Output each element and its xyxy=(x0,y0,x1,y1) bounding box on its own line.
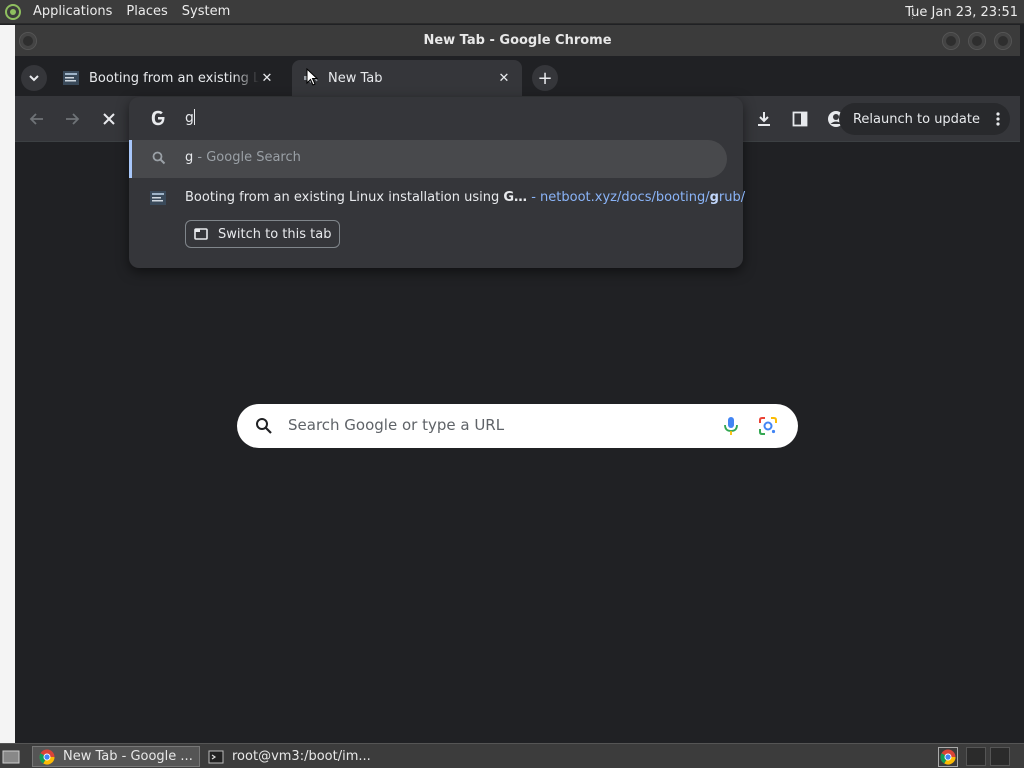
window-title: New Tab - Google Chrome xyxy=(423,33,612,48)
more-vert-icon xyxy=(996,112,1000,126)
chrome-icon xyxy=(39,749,55,765)
tab-switch-icon xyxy=(194,228,208,240)
maximize-button[interactable] xyxy=(968,32,986,50)
relaunch-label: Relaunch to update xyxy=(852,111,980,127)
taskbar-item-terminal[interactable]: root@vm3:/boot/im... xyxy=(202,746,377,767)
tab-strip: Booting from an existing Linux installat… xyxy=(15,56,1020,96)
tab-booting-grub[interactable]: Booting from an existing Linux installat… xyxy=(53,60,285,96)
close-tab-icon[interactable]: ✕ xyxy=(496,70,512,86)
clock[interactable]: Tue Jan 23, 23:51 xyxy=(905,0,1018,24)
plus-icon: + xyxy=(537,67,553,89)
omnibox-input[interactable]: g xyxy=(129,97,743,139)
suggestion-text: Booting from an existing Linux installat… xyxy=(185,190,746,205)
workspace-1[interactable] xyxy=(966,747,986,766)
google-g-icon xyxy=(151,110,165,126)
suggestion-text: g - Google Search xyxy=(185,150,301,165)
minimize-button[interactable] xyxy=(942,32,960,50)
back-button[interactable] xyxy=(25,107,49,131)
microphone-icon[interactable] xyxy=(723,416,739,436)
system-menu[interactable]: System xyxy=(175,0,237,24)
search-icon xyxy=(256,418,272,434)
search-icon xyxy=(152,151,166,165)
netboot-favicon-icon xyxy=(150,191,166,205)
tab-search-button[interactable] xyxy=(21,65,47,91)
distro-logo-icon[interactable] xyxy=(0,0,26,24)
taskbar-item-chrome[interactable]: New Tab - Google ... xyxy=(32,746,200,767)
stop-loading-button[interactable] xyxy=(97,107,121,131)
arrow-left-icon xyxy=(29,113,43,125)
window-menu-button[interactable] xyxy=(19,32,37,50)
taskbar-item-label: root@vm3:/boot/im... xyxy=(232,749,371,764)
top-panel: Applications Places System Tue Jan 23, 2… xyxy=(0,0,1024,24)
workspace-2[interactable] xyxy=(990,747,1010,766)
desktop-background xyxy=(0,25,15,743)
suggestion-google-search[interactable]: g - Google Search xyxy=(129,140,727,178)
new-tab-button[interactable]: + xyxy=(532,65,558,91)
download-icon xyxy=(758,112,770,126)
show-desktop-button[interactable] xyxy=(2,746,22,767)
desktop-icon xyxy=(2,750,20,763)
switch-to-tab-label: Switch to this tab xyxy=(218,226,332,242)
side-panel-icon xyxy=(792,111,808,127)
ntp-search-box[interactable]: Search Google or type a URL xyxy=(237,404,798,448)
window-titlebar[interactable]: New Tab - Google Chrome xyxy=(15,25,1020,56)
relaunch-to-update-button[interactable]: Relaunch to update xyxy=(838,103,1010,135)
tab-new-tab[interactable]: New Tab ✕ xyxy=(292,60,522,96)
chevron-down-icon xyxy=(29,75,39,82)
omnibox-query-text: g xyxy=(185,109,195,126)
applications-menu[interactable]: Applications xyxy=(26,0,119,24)
close-tab-icon[interactable]: ✕ xyxy=(259,70,275,86)
omnibox-popup: g g - Google Search Booting from an exis… xyxy=(129,97,746,268)
google-lens-icon[interactable] xyxy=(758,416,778,436)
arrow-right-icon xyxy=(66,113,80,125)
close-window-button[interactable] xyxy=(994,32,1012,50)
taskbar-item-label: New Tab - Google ... xyxy=(63,749,193,764)
tray-chrome-icon[interactable] xyxy=(938,747,958,767)
tab-title: New Tab xyxy=(328,70,383,86)
taskbar: New Tab - Google ... root@vm3:/boot/im..… xyxy=(0,743,1024,768)
switch-to-tab-button[interactable]: Switch to this tab xyxy=(185,220,341,248)
close-icon xyxy=(103,113,115,125)
places-menu[interactable]: Places xyxy=(119,0,174,24)
netboot-favicon-icon xyxy=(63,71,79,85)
forward-button[interactable] xyxy=(60,107,84,131)
suggestion-open-tab[interactable]: Booting from an existing Linux installat… xyxy=(129,183,746,213)
side-panel-button[interactable] xyxy=(788,107,812,131)
ntp-search-placeholder: Search Google or type a URL xyxy=(288,416,505,434)
tab-title: Booting from an existing Linux installat… xyxy=(89,70,259,86)
downloads-button[interactable] xyxy=(752,107,776,131)
terminal-icon xyxy=(208,750,224,763)
mouse-cursor-icon xyxy=(306,68,318,86)
